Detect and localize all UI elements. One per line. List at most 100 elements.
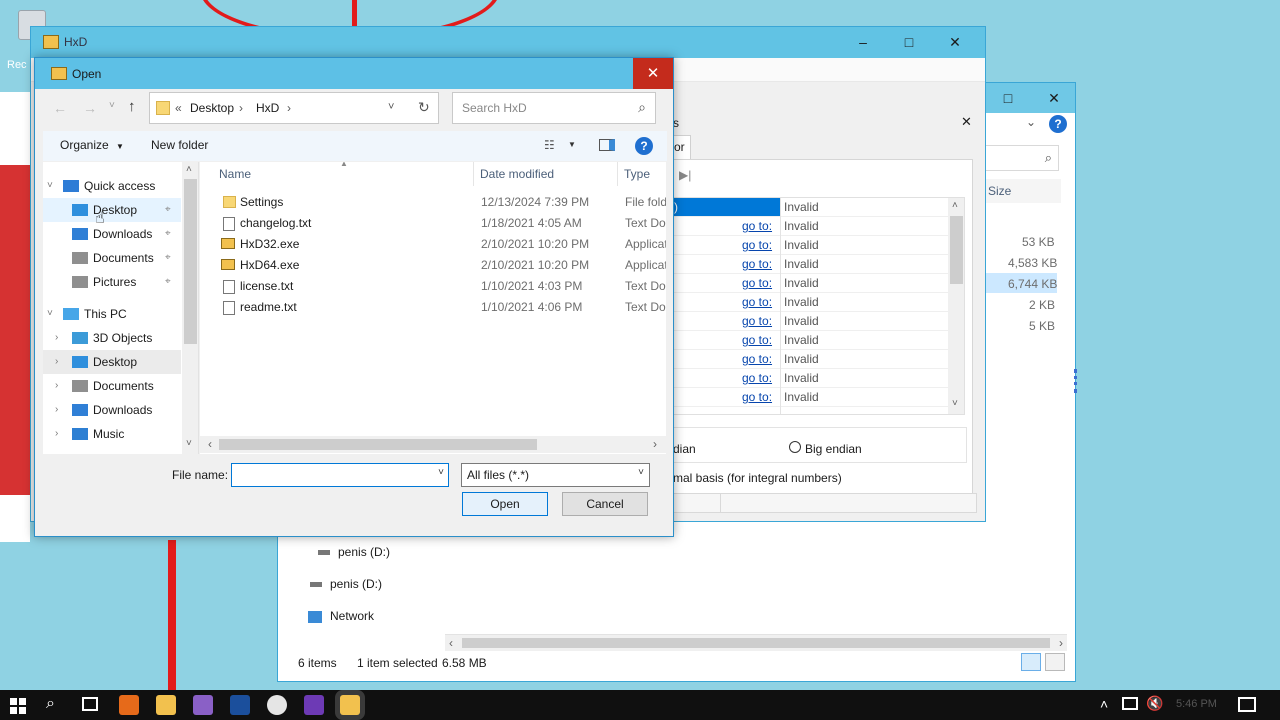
- scroll-thumb[interactable]: [219, 439, 537, 450]
- file-row[interactable]: Settings 12/13/2024 7:39 PM File fold: [200, 192, 666, 213]
- scroll-thumb[interactable]: [950, 216, 963, 284]
- file-row[interactable]: readme.txt 1/10/2021 4:06 PM Text Doc: [200, 297, 666, 318]
- vs-code-icon[interactable]: [304, 695, 324, 715]
- help-icon[interactable]: ?: [635, 137, 653, 155]
- chrome-icon[interactable]: [267, 695, 287, 715]
- tree-item[interactable]: ˅ Quick access: [43, 174, 181, 198]
- expand-closed-icon[interactable]: ›: [55, 326, 58, 350]
- goto-link[interactable]: go to:: [742, 331, 772, 350]
- column-header-size[interactable]: Size: [983, 179, 1061, 203]
- tree-item[interactable]: Downloads ⌖: [43, 222, 181, 246]
- powershell-icon[interactable]: [230, 695, 250, 715]
- tree-item[interactable]: ˅ This PC: [43, 302, 181, 326]
- maximize-button[interactable]: □: [985, 83, 1031, 113]
- file-row[interactable]: license.txt 1/10/2021 4:03 PM Text Doc: [200, 276, 666, 297]
- address-bar[interactable]: « Desktop › HxD › ˅ ↻: [149, 92, 439, 124]
- file-type-select[interactable]: All files (*.*) ˅: [461, 463, 650, 487]
- file-row[interactable]: changelog.txt 1/18/2021 4:05 AM Text Doc: [200, 213, 666, 234]
- nav-item-drive[interactable]: penis (D:): [310, 576, 382, 592]
- address-dropdown-icon[interactable]: ˅: [388, 101, 394, 113]
- view-dropdown-icon[interactable]: ▼: [568, 140, 576, 149]
- goto-link[interactable]: go to:: [742, 388, 772, 407]
- column-header-name[interactable]: Name: [200, 162, 474, 186]
- start-windows-icon[interactable]: [10, 698, 26, 714]
- search-input[interactable]: Search HxD: [462, 101, 527, 115]
- horizontal-scrollbar[interactable]: ‹ ›: [200, 436, 666, 453]
- goto-link[interactable]: go to:: [742, 293, 772, 312]
- tree-item[interactable]: › Music: [43, 422, 181, 446]
- nav-item-network[interactable]: Network: [308, 608, 374, 624]
- goto-link[interactable]: go to:: [742, 236, 772, 255]
- file-row[interactable]: HxD64.exe 2/10/2021 10:20 PM Applicat: [200, 255, 666, 276]
- breadcrumb-separator-icon[interactable]: ›: [239, 101, 243, 115]
- scroll-thumb[interactable]: [462, 638, 1050, 648]
- inspector-row-selected[interactable]: [672, 198, 780, 217]
- nav-last-icon[interactable]: ▶|: [679, 168, 691, 182]
- scroll-up-icon[interactable]: ˄: [952, 200, 958, 211]
- recent-locations-chevron-icon[interactable]: ˅: [109, 100, 115, 111]
- big-endian-label[interactable]: Big endian: [805, 442, 862, 456]
- details-view-icon[interactable]: [1021, 653, 1041, 671]
- chevron-down-icon[interactable]: ⌄: [1026, 115, 1036, 129]
- close-button[interactable]: ✕: [1031, 83, 1077, 113]
- search-icon[interactable]: ⌕: [46, 695, 55, 713]
- clock[interactable]: 5:46 PM: [1176, 698, 1217, 710]
- scroll-right-icon[interactable]: ›: [1059, 636, 1063, 650]
- expand-open-icon[interactable]: ˅: [47, 174, 53, 198]
- large-icons-view-icon[interactable]: [1045, 653, 1065, 671]
- breadcrumb-item[interactable]: HxD: [256, 101, 279, 115]
- expand-closed-icon[interactable]: ›: [55, 422, 58, 446]
- goto-link[interactable]: go to:: [742, 312, 772, 331]
- expand-open-icon[interactable]: ˅: [47, 302, 53, 326]
- inspector-value-cell[interactable]: Invalid: [784, 331, 819, 350]
- inspector-value-cell[interactable]: Invalid: [784, 274, 819, 293]
- inspector-value-cell[interactable]: Invalid: [784, 236, 819, 255]
- column-header-type[interactable]: Type: [618, 162, 666, 186]
- breadcrumb-overflow[interactable]: «: [175, 101, 182, 115]
- tree-item[interactable]: Pictures ⌖: [43, 270, 181, 294]
- goto-link[interactable]: go to:: [742, 369, 772, 388]
- scroll-left-icon[interactable]: ‹: [449, 636, 453, 650]
- inspector-value-cell[interactable]: Invalid: [784, 350, 819, 369]
- inspector-value-cell[interactable]: Invalid: [784, 217, 819, 236]
- tree-item[interactable]: › Desktop: [43, 350, 181, 374]
- panel-close-icon[interactable]: ✕: [961, 114, 972, 130]
- tree-scrollbar[interactable]: ˄ ˅: [182, 162, 198, 454]
- change-view-icon[interactable]: ☷: [544, 138, 555, 152]
- inspector-value-cell[interactable]: Invalid: [784, 312, 819, 331]
- expand-closed-icon[interactable]: ›: [55, 398, 58, 422]
- scroll-down-icon[interactable]: ˅: [952, 398, 958, 409]
- dialog-close-button[interactable]: ✕: [633, 58, 673, 89]
- cancel-button[interactable]: Cancel: [562, 492, 648, 516]
- inspector-value-cell[interactable]: Invalid: [784, 388, 819, 407]
- tree-item[interactable]: › Downloads: [43, 398, 181, 422]
- inspector-value-cell[interactable]: Invalid: [784, 198, 819, 217]
- maximize-button[interactable]: □: [886, 27, 932, 57]
- preview-pane-icon[interactable]: [599, 139, 615, 151]
- inspector-value-cell[interactable]: Invalid: [784, 369, 819, 388]
- search-box[interactable]: Search HxD ⌕: [452, 92, 656, 124]
- organize-button[interactable]: Organize ▼: [60, 138, 124, 152]
- nav-item-drive[interactable]: penis (D:): [318, 544, 390, 560]
- firefox-icon[interactable]: [119, 695, 139, 715]
- tree-item[interactable]: › Documents: [43, 374, 181, 398]
- column-header-date[interactable]: Date modified: [474, 162, 618, 186]
- tree-item[interactable]: Desktop ⌖: [43, 198, 181, 222]
- goto-link[interactable]: go to:: [742, 350, 772, 369]
- network-icon[interactable]: [1122, 697, 1138, 710]
- inspector-type-cell[interactable]: ): [674, 198, 678, 217]
- help-icon[interactable]: ?: [1049, 115, 1067, 133]
- tree-item[interactable]: › 3D Objects: [43, 326, 181, 350]
- refresh-icon[interactable]: ↻: [418, 99, 430, 116]
- file-row[interactable]: HxD32.exe 2/10/2021 10:20 PM Applicat: [200, 234, 666, 255]
- scroll-thumb[interactable]: [184, 179, 197, 344]
- basis-label[interactable]: mal basis (for integral numbers): [673, 471, 842, 485]
- chevron-down-icon[interactable]: ˅: [438, 467, 444, 478]
- notifications-icon[interactable]: [1238, 697, 1256, 712]
- goto-link[interactable]: go to:: [742, 217, 772, 236]
- show-hidden-icons-icon[interactable]: ˄: [1100, 696, 1108, 712]
- vertical-scrollbar[interactable]: ˄ ˅: [948, 198, 964, 414]
- open-button[interactable]: Open: [462, 492, 548, 516]
- scroll-down-icon[interactable]: ˅: [186, 438, 192, 449]
- file-explorer-icon[interactable]: [156, 695, 176, 715]
